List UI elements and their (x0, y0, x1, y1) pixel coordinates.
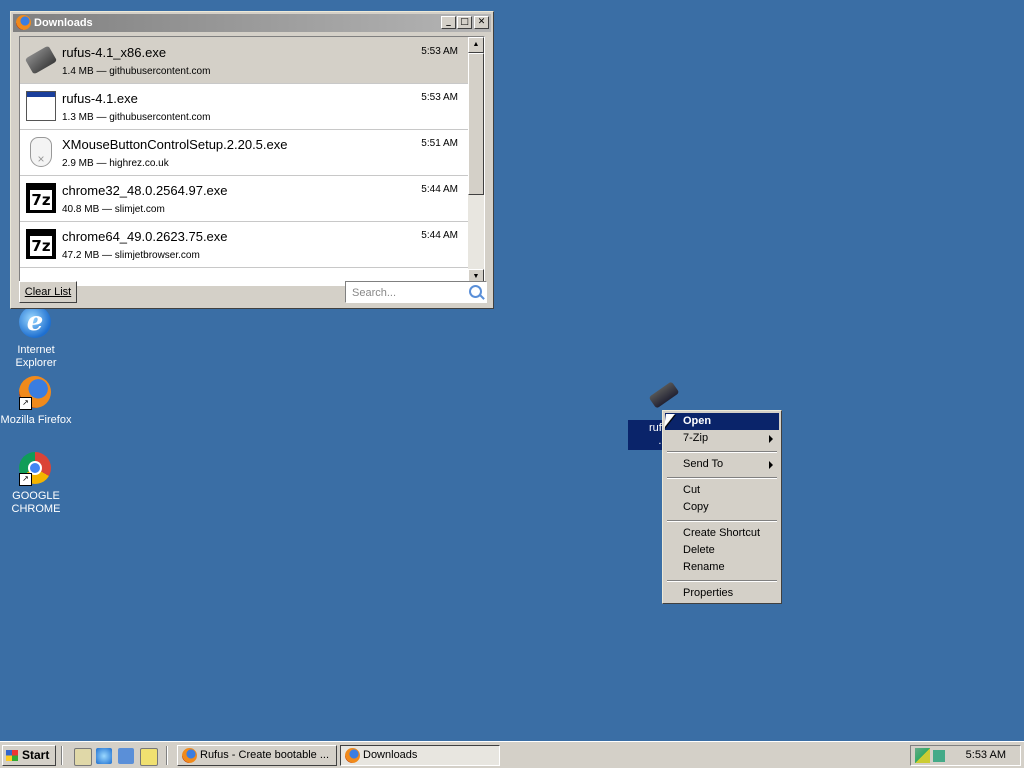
start-label: Start (22, 748, 50, 762)
menu-separator (665, 447, 779, 456)
download-name: chrome64_49.0.2623.75.exe (62, 229, 228, 244)
download-item[interactable]: 7z chrome32_48.0.2564.97.exe 40.8 MB — s… (20, 175, 470, 222)
desktop-icon-label: GOOGLE CHROME (11, 490, 61, 515)
search-input[interactable] (350, 283, 466, 303)
download-time: 5:53 AM (421, 92, 458, 103)
download-item[interactable]: × XMouseButtonControlSetup.2.20.5.exe 2.… (20, 129, 470, 176)
mouse-icon: × (30, 137, 52, 167)
search-box (345, 281, 487, 303)
maximize-button[interactable]: □ (457, 16, 472, 29)
firefox-icon (16, 15, 31, 30)
menu-item-label: Send To (683, 458, 724, 470)
task-label: Downloads (363, 749, 418, 761)
download-item[interactable]: 7z chrome64_49.0.2623.75.exe 47.2 MB — s… (20, 221, 470, 268)
taskbar-button-downloads[interactable]: Downloads (340, 745, 500, 766)
internet-explorer-icon[interactable] (96, 748, 112, 764)
7zip-icon: 7z (26, 183, 56, 213)
menu-item-properties[interactable]: Properties (665, 585, 779, 602)
menu-separator (665, 516, 779, 525)
vertical-scrollbar[interactable]: ▲ ▼ (468, 37, 484, 285)
desktop-icon-label: Internet Explorer (15, 344, 57, 369)
menu-item-7zip[interactable]: 7-Zip (665, 430, 779, 447)
title-bar[interactable]: Downloads _ □ ✕ (13, 14, 491, 32)
menu-item-cut[interactable]: Cut (665, 482, 779, 499)
download-details: 1.4 MB — githubusercontent.com (62, 66, 211, 77)
system-tray: 5:53 AM (910, 745, 1021, 766)
download-time: 5:51 AM (421, 138, 458, 149)
download-name: rufus-4.1.exe (62, 91, 138, 106)
shortcut-arrow-icon: ↗ (19, 473, 32, 486)
taskbar-separator (61, 746, 63, 765)
media-player-icon[interactable] (140, 748, 158, 766)
download-details: 40.8 MB — slimjet.com (62, 204, 165, 215)
task-label: Rufus - Create bootable ... (200, 749, 330, 761)
taskbar: Start Rufus - Create bootable ... Downlo… (0, 741, 1024, 768)
scroll-thumb[interactable] (468, 53, 484, 195)
download-details: 47.2 MB — slimjetbrowser.com (62, 250, 200, 261)
firefox-icon (345, 748, 360, 763)
network-icon[interactable] (933, 750, 945, 762)
menu-item-send-to[interactable]: Send To (665, 456, 779, 473)
download-name: XMouseButtonControlSetup.2.20.5.exe (62, 137, 288, 152)
submenu-arrow-icon (769, 435, 773, 443)
desktop-icon-internet-explorer[interactable]: e Internet Explorer (0, 306, 74, 370)
context-menu: Open 7-Zip Send To Cut Copy Create Short… (662, 410, 782, 604)
executable-window-icon (26, 91, 56, 121)
7zip-icon: 7z (26, 229, 56, 259)
window-title: Downloads (34, 17, 93, 29)
download-name: chrome32_48.0.2564.97.exe (62, 183, 228, 198)
menu-item-label: 7-Zip (683, 432, 709, 444)
close-button[interactable]: ✕ (474, 16, 489, 29)
download-time: 5:44 AM (421, 184, 458, 195)
scroll-up-button[interactable]: ▲ (468, 37, 484, 53)
menu-separator (665, 473, 779, 482)
desktop-icon-label: Mozilla Firefox (0, 414, 72, 426)
desktop-icon-firefox[interactable]: ↗ Mozilla Firefox (0, 376, 74, 427)
firefox-icon (182, 748, 197, 763)
taskbar-button-rufus[interactable]: Rufus - Create bootable ... (177, 745, 337, 766)
usb-drive-icon (24, 45, 58, 75)
taskbar-separator (166, 746, 168, 765)
menu-item-open[interactable]: Open (665, 413, 779, 430)
menu-item-delete[interactable]: Delete (665, 542, 779, 559)
menu-item-create-shortcut[interactable]: Create Shortcut (665, 525, 779, 542)
minimize-button[interactable]: _ (441, 16, 456, 29)
menu-item-rename[interactable]: Rename (665, 559, 779, 576)
desktop-icon-chrome[interactable]: ↗ GOOGLE CHROME (0, 452, 74, 516)
menu-separator (665, 576, 779, 585)
submenu-arrow-icon (769, 461, 773, 469)
outlook-express-icon[interactable] (118, 748, 134, 764)
downloads-window: Downloads _ □ ✕ rufus-4.1_x86.exe 1.4 MB… (10, 11, 494, 309)
download-time: 5:53 AM (421, 46, 458, 57)
shortcut-arrow-icon: ↗ (19, 397, 32, 410)
download-details: 1.3 MB — githubusercontent.com (62, 112, 211, 123)
firefox-icon: ↗ (19, 376, 53, 410)
download-name: rufus-4.1_x86.exe (62, 45, 167, 60)
show-desktop-icon[interactable] (74, 748, 92, 766)
usb-drive-icon (648, 381, 680, 409)
windows-flag-icon (6, 750, 18, 761)
download-item[interactable]: rufus-4.1_x86.exe 1.4 MB — githubusercon… (20, 37, 470, 84)
internet-explorer-icon: e (19, 306, 53, 340)
menu-item-copy[interactable]: Copy (665, 499, 779, 516)
safely-remove-hardware-icon[interactable] (915, 748, 930, 763)
downloads-list[interactable]: rufus-4.1_x86.exe 1.4 MB — githubusercon… (19, 36, 485, 286)
chrome-icon: ↗ (19, 452, 53, 486)
download-time: 5:44 AM (421, 230, 458, 241)
download-item[interactable]: rufus-4.1.exe 1.3 MB — githubusercontent… (20, 83, 470, 130)
clock[interactable]: 5:53 AM (966, 749, 1006, 761)
start-button[interactable]: Start (2, 745, 56, 766)
clear-list-button[interactable]: Clear List (19, 281, 77, 303)
download-details: 2.9 MB — highrez.co.uk (62, 158, 169, 169)
search-icon[interactable] (469, 285, 482, 298)
